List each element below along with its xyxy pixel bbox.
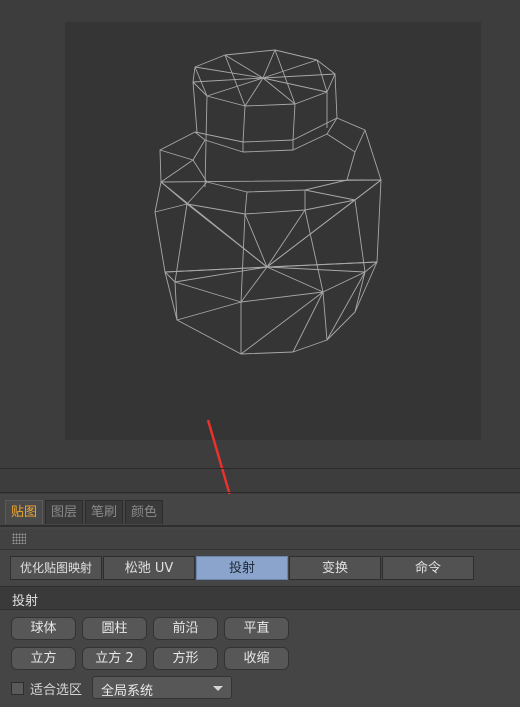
mode-transform[interactable]: 变换 — [289, 556, 381, 580]
chevron-down-icon — [213, 686, 223, 691]
viewport-divider — [0, 468, 520, 469]
sphere-button[interactable]: 球体 — [11, 617, 76, 640]
flat-button[interactable]: 平直 — [224, 617, 289, 640]
cubic2-button[interactable]: 立方 2 — [82, 647, 147, 670]
cylinder-button[interactable]: 圆柱 — [82, 617, 147, 640]
coordinate-system-value: 全局系统 — [101, 684, 154, 699]
panel-grip-row — [0, 529, 520, 550]
tab-texture[interactable]: 贴图 — [5, 500, 44, 524]
tab-brush[interactable]: 笔刷 — [85, 500, 124, 524]
frontal-button[interactable]: 前沿 — [153, 617, 218, 640]
fit-selection-checkbox[interactable] — [11, 681, 24, 695]
mode-commands[interactable]: 命令 — [382, 556, 474, 580]
shrink-button[interactable]: 收缩 — [224, 647, 289, 670]
section-title: 投射 — [12, 594, 39, 609]
fit-selection-row: 适合选区 — [11, 678, 82, 698]
tab-color[interactable]: 颜色 — [125, 500, 164, 524]
tab-layers[interactable]: 图层 — [45, 500, 84, 524]
panel-divider — [0, 492, 520, 493]
cubic-button[interactable]: 立方 — [11, 647, 76, 670]
projection-section-header: 投射 — [0, 586, 520, 610]
uv-panel: 贴图 图层 笔刷 颜色 优化贴图映射 松弛 UV 投射 变换 命令 投射 球体 … — [0, 494, 520, 707]
fit-selection-label: 适合选区 — [30, 682, 83, 698]
mode-relax-uv[interactable]: 松弛 UV — [103, 556, 195, 580]
tab-underline — [0, 525, 520, 527]
grip-icon[interactable] — [12, 533, 26, 544]
mode-projection[interactable]: 投射 — [196, 556, 288, 580]
panel-tabs: 贴图 图层 笔刷 颜色 — [5, 500, 165, 524]
box-button[interactable]: 方形 — [153, 647, 218, 670]
coordinate-system-select[interactable]: 全局系统 — [92, 676, 232, 699]
mode-bar: 优化贴图映射 松弛 UV 投射 变换 命令 — [10, 556, 475, 580]
mode-optimal-mapping[interactable]: 优化贴图映射 — [10, 556, 102, 580]
